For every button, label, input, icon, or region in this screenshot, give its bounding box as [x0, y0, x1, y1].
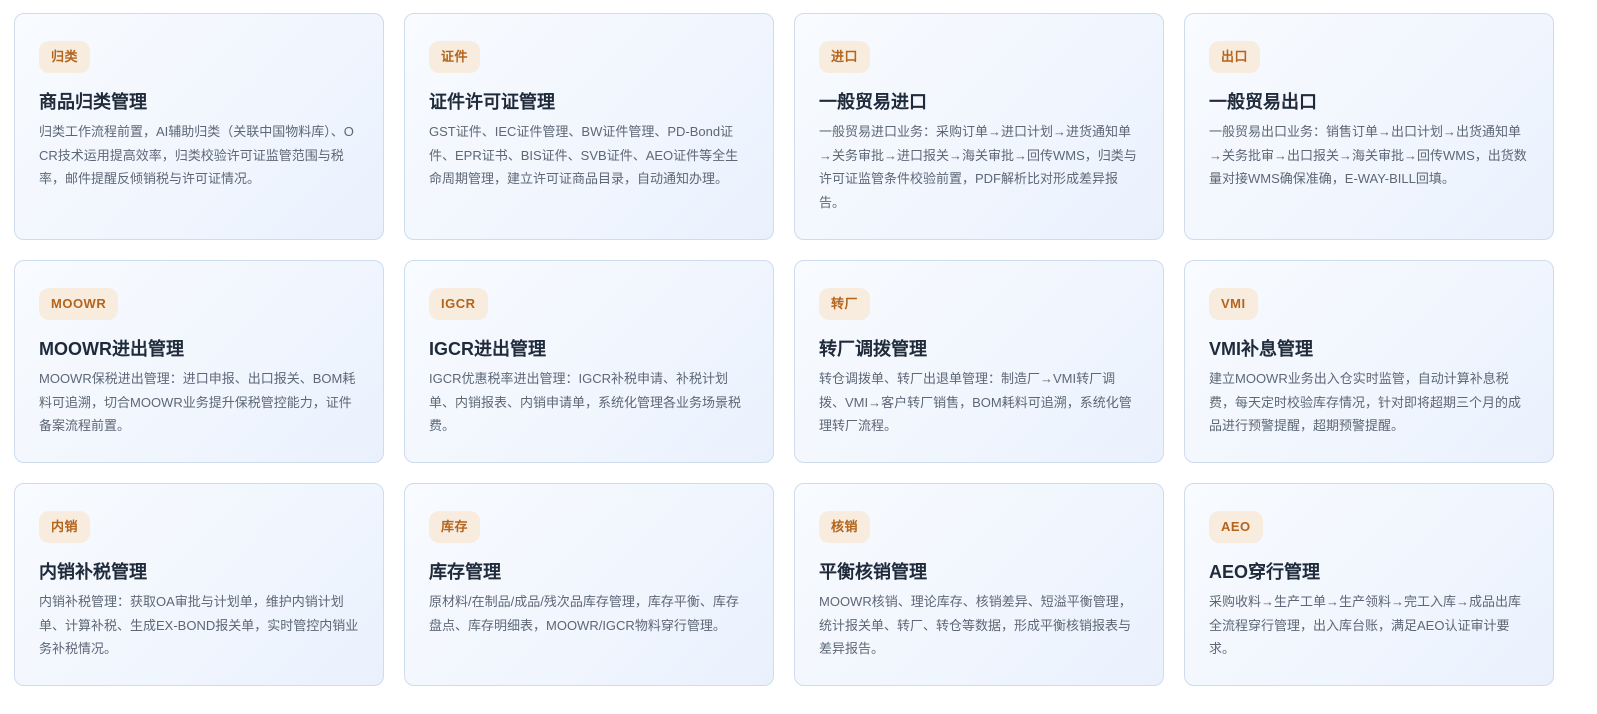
- card-description: MOOWR保税进出管理：进口申报、出口报关、BOM耗料可追溯，切合MOOWR业务…: [39, 371, 356, 433]
- category-tag: 证件: [429, 41, 481, 73]
- category-tag: 内销: [39, 511, 91, 543]
- category-tag: 归类: [39, 41, 91, 73]
- card-description: 建立MOOWR业务出入仓实时监管，自动计算补息税费，每天定时校验库存情况，针对即…: [1209, 371, 1522, 433]
- card-title: 转厂调拨管理: [819, 339, 927, 359]
- card-title: 商品归类管理: [39, 92, 147, 112]
- feature-card-vmi[interactable]: VMI VMI补息管理 建立MOOWR业务出入仓实时监管，自动计算补息税费，每天…: [1184, 260, 1554, 463]
- card-title: 内销补税管理: [39, 562, 147, 582]
- card-title: 平衡核销管理: [819, 562, 927, 582]
- category-tag: 库存: [429, 511, 481, 543]
- feature-card-inventory[interactable]: 库存 库存管理 原材料/在制品/成品/残次品库存管理，库存平衡、库存盘点、库存明…: [404, 483, 774, 686]
- feature-card-import[interactable]: 进口 一般贸易进口 一般贸易进口业务：采购订单→进口计划→进货通知单→关务审批→…: [794, 13, 1164, 240]
- card-title: AEO穿行管理: [1209, 562, 1321, 582]
- category-tag: 转厂: [819, 288, 871, 320]
- card-description: 内销补税管理：获取OA审批与计划单，维护内销计划单、计算补税、生成EX-BOND…: [39, 594, 359, 656]
- card-title: MOOWR进出管理: [39, 339, 184, 359]
- feature-card-domestic-sales[interactable]: 内销 内销补税管理 内销补税管理：获取OA审批与计划单，维护内销计划单、计算补税…: [14, 483, 384, 686]
- feature-card-moowr[interactable]: MOOWR MOOWR进出管理 MOOWR保税进出管理：进口申报、出口报关、BO…: [14, 260, 384, 463]
- feature-card-igcr[interactable]: IGCR IGCR进出管理 IGCR优惠税率进出管理：IGCR补税申请、补税计划…: [404, 260, 774, 463]
- feature-card-export[interactable]: 出口 一般贸易出口 一般贸易出口业务：销售订单→出口计划→出货通知单→关务批审→…: [1184, 13, 1554, 240]
- feature-card-classification[interactable]: 归类 商品归类管理 归类工作流程前置，AI辅助归类（关联中国物料库）、OCR技术…: [14, 13, 384, 240]
- card-title: VMI补息管理: [1209, 339, 1314, 359]
- card-title: 库存管理: [429, 562, 501, 582]
- card-description: MOOWR核销、理论库存、核销差异、短溢平衡管理，统计报关单、转厂、转仓等数据，…: [819, 594, 1132, 656]
- card-description: 一般贸易出口业务：销售订单→出口计划→出货通知单→关务批审→出口报关→海关审批→…: [1209, 124, 1527, 186]
- feature-card-grid: 归类 商品归类管理 归类工作流程前置，AI辅助归类（关联中国物料库）、OCR技术…: [14, 13, 1554, 686]
- category-tag: MOOWR: [39, 288, 119, 320]
- card-description: 转仓调拨单、转厂出退单管理：制造厂→VMI转厂调拨、VMI→客户转厂销售，BOM…: [819, 371, 1132, 433]
- card-description: 一般贸易进口业务：采购订单→进口计划→进货通知单→关务审批→进口报关→海关审批→…: [819, 124, 1137, 210]
- card-description: GST证件、IEC证件管理、BW证件管理、PD-Bond证件、EPR证书、BIS…: [429, 124, 739, 186]
- card-description: 归类工作流程前置，AI辅助归类（关联中国物料库）、OCR技术运用提高效率，归类校…: [39, 124, 354, 186]
- card-description: 采购收料→生产工单→生产领料→完工入库→成品出库全流程穿行管理，出入库台账，满足…: [1209, 594, 1522, 656]
- feature-card-aeo[interactable]: AEO AEO穿行管理 采购收料→生产工单→生产领料→完工入库→成品出库全流程穿…: [1184, 483, 1554, 686]
- card-title: IGCR进出管理: [429, 339, 546, 359]
- category-tag: AEO: [1209, 511, 1263, 543]
- card-title: 一般贸易进口: [819, 92, 927, 112]
- card-title: 一般贸易出口: [1209, 92, 1317, 112]
- category-tag: 核销: [819, 511, 871, 543]
- category-tag: 进口: [819, 41, 871, 73]
- card-description: 原材料/在制品/成品/残次品库存管理，库存平衡、库存盘点、库存明细表，MOOWR…: [429, 594, 739, 633]
- card-description: IGCR优惠税率进出管理：IGCR补税申请、补税计划单、内销报表、内销申请单，系…: [429, 371, 742, 433]
- category-tag: IGCR: [429, 288, 488, 320]
- feature-card-verification[interactable]: 核销 平衡核销管理 MOOWR核销、理论库存、核销差异、短溢平衡管理，统计报关单…: [794, 483, 1164, 686]
- feature-card-transfer[interactable]: 转厂 转厂调拨管理 转仓调拨单、转厂出退单管理：制造厂→VMI转厂调拨、VMI→…: [794, 260, 1164, 463]
- category-tag: VMI: [1209, 288, 1258, 320]
- category-tag: 出口: [1209, 41, 1261, 73]
- feature-card-license[interactable]: 证件 证件许可证管理 GST证件、IEC证件管理、BW证件管理、PD-Bond证…: [404, 13, 774, 240]
- card-title: 证件许可证管理: [429, 92, 555, 112]
